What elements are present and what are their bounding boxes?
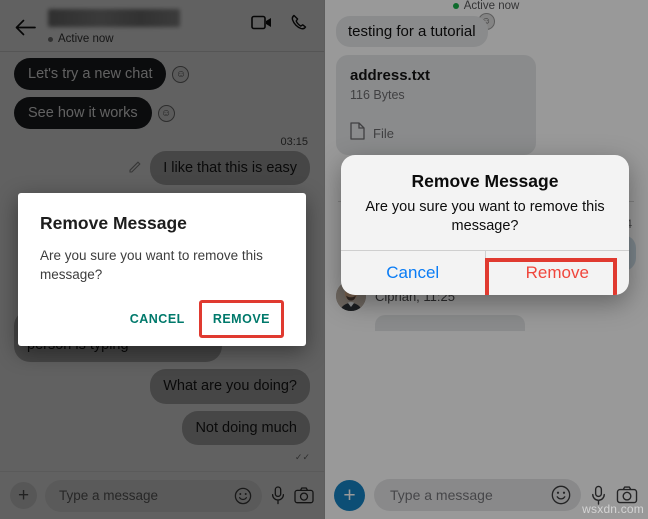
dialog-message: Are you sure you want to remove this mes… (365, 199, 605, 234)
message-bubble-incoming[interactable]: testing for a tutorial (336, 16, 488, 47)
watermark: wsxdn.com (582, 502, 644, 516)
microphone-icon[interactable] (270, 486, 286, 505)
ios-remove-message-dialog[interactable]: Remove Message Are you sure you want to … (341, 155, 629, 295)
remove-button[interactable]: Remove (486, 251, 630, 295)
add-attachment-button[interactable]: + (10, 482, 37, 509)
android-composer[interactable]: + Type a message (0, 471, 324, 519)
delivery-status-icon: ✓✓ (294, 451, 310, 462)
dual-phone-screenshot: Active now Let's try a new chat ☺ See ho… (0, 0, 648, 519)
contact-name-redacted (48, 9, 180, 27)
file-size: 116 Bytes (350, 88, 405, 102)
android-phone-panel: Active now Let's try a new chat ☺ See ho… (0, 0, 324, 519)
emoji-smiley-icon[interactable] (551, 485, 571, 505)
presence-status: Active now (48, 33, 251, 45)
add-attachment-button[interactable]: + (334, 479, 365, 511)
video-call-icon[interactable] (251, 15, 273, 35)
message-row[interactable]: Let's try a new chat ☺ (14, 58, 310, 90)
edit-pencil-icon[interactable] (128, 159, 142, 178)
contact-identity[interactable]: Active now (42, 6, 251, 45)
file-type-label: File (373, 126, 394, 141)
message-bubble-partial[interactable] (375, 315, 525, 331)
message-row[interactable]: Not doing much (14, 410, 310, 445)
dialog-title: Remove Message (411, 171, 559, 191)
dialog-message: Are you sure you want to remove this mes… (40, 248, 263, 283)
message-bubble-outgoing[interactable]: I like that this is easy (150, 151, 310, 186)
emoji-smiley-icon[interactable]: ☺ (157, 104, 175, 122)
panel-divider (324, 0, 325, 519)
android-remove-message-dialog[interactable]: Remove Message Are you sure you want to … (18, 193, 306, 347)
dialog-title: Remove Message (40, 213, 187, 233)
phone-call-icon[interactable] (291, 14, 308, 36)
remove-button[interactable]: REMOVE (203, 304, 280, 334)
message-bubble-incoming[interactable]: Let's try a new chat (14, 58, 167, 90)
message-bubble-outgoing[interactable]: Not doing much (182, 410, 310, 445)
presence-dot-icon (452, 3, 459, 9)
message-row[interactable]: I like that this is easy (14, 151, 310, 186)
document-file-icon (350, 122, 365, 145)
camera-icon[interactable] (294, 487, 314, 504)
message-bubble-outgoing[interactable]: What are you doing? (150, 369, 310, 404)
emoji-smiley-icon[interactable] (234, 487, 252, 505)
message-input-field[interactable]: Type a message (374, 479, 581, 511)
android-chat-header: Active now (0, 0, 324, 52)
message-input-placeholder: Type a message (390, 487, 493, 503)
presence-label: Active now (58, 33, 114, 45)
cancel-button[interactable]: CANCEL (120, 304, 195, 334)
cancel-button[interactable]: Cancel (341, 251, 485, 295)
file-name: address.txt (350, 67, 431, 84)
file-attachment-card[interactable]: address.txt 116 Bytes File (336, 55, 536, 155)
message-input-placeholder: Type a message (59, 488, 159, 503)
message-row[interactable]: See how it works ☺ (14, 97, 310, 129)
message-row[interactable]: testing for a tutorial ☺ (336, 13, 636, 47)
message-input-field[interactable]: Type a message (45, 479, 262, 512)
presence-label: Active now (463, 0, 520, 12)
emoji-smiley-icon[interactable]: ☺ (172, 65, 190, 83)
ios-phone-panel: Active now testing for a tutorial ☺ addr… (324, 0, 648, 519)
message-timestamp: 03:15 (280, 136, 308, 148)
message-bubble-incoming[interactable]: See how it works (14, 97, 152, 129)
ios-presence-status: Active now (324, 0, 648, 12)
message-row[interactable]: What are you doing? (14, 369, 310, 404)
back-arrow-icon[interactable] (8, 10, 42, 44)
presence-dot-icon (48, 36, 53, 42)
remove-button-highlight: REMOVE (198, 300, 284, 339)
